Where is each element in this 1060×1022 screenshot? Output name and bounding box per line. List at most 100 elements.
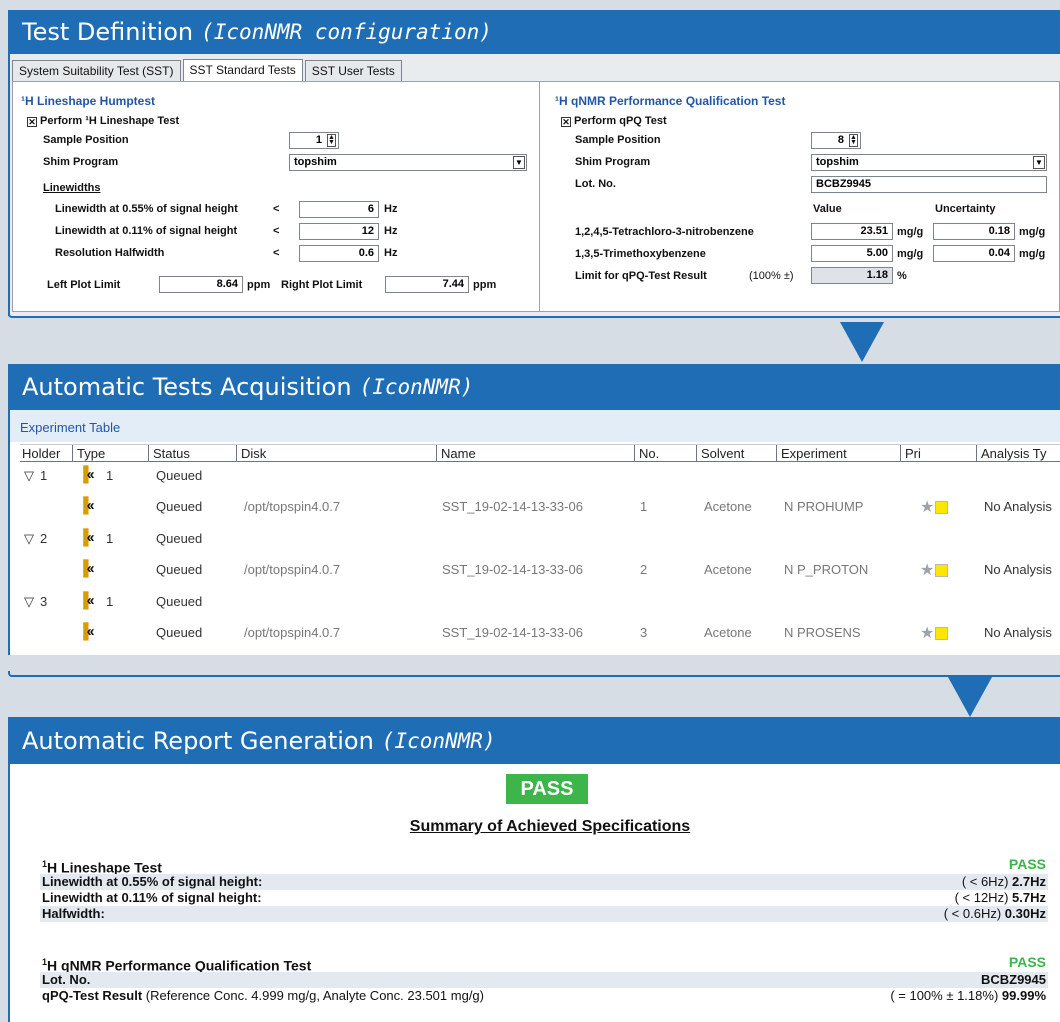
expand-triangle-icon[interactable]: ▽: [24, 594, 34, 610]
tab-page: ¹H Lineshape Humptest ✕ Perform ¹H Linesh…: [12, 81, 1060, 312]
panel1-frame: [8, 312, 1060, 318]
col-analysis[interactable]: Analysis Ty: [976, 445, 1047, 462]
compound2-uncertainty-unit: mg/g: [1019, 248, 1046, 260]
priority-color-icon: [935, 501, 949, 514]
row-label: qPQ-Test Result (Reference Conc. 4.999 m…: [42, 988, 484, 1004]
no: 1: [640, 499, 648, 514]
name: SST_19-02-14-13-33-06: [442, 499, 583, 514]
sample-position-spinner[interactable]: 1 ▲ ▼: [289, 132, 339, 149]
left-plot-input[interactable]: 8.64: [159, 276, 243, 293]
table-row[interactable]: ▽ 3 ▐‹‹ 1 Queued: [20, 587, 1060, 618]
compound2-uncertainty-input[interactable]: 0.04: [933, 245, 1015, 262]
perform-qpq-checkbox[interactable]: ✕ Perform qPQ Test: [561, 115, 667, 127]
qpq-shim-select[interactable]: topshim ▼: [811, 154, 1047, 171]
status: Queued: [156, 594, 203, 609]
shim-program-value: topshim: [294, 156, 337, 168]
right-plot-unit: ppm: [473, 279, 497, 291]
experiment-table-title: Experiment Table: [20, 420, 121, 435]
col-no[interactable]: No.: [634, 445, 659, 462]
status: Queued: [156, 499, 203, 514]
row-result: ( < 0.6Hz) 0.30Hz: [944, 906, 1046, 922]
priority-cell[interactable]: ★: [920, 623, 949, 643]
star-icon: ★: [920, 499, 935, 516]
col-pri[interactable]: Pri: [900, 445, 921, 462]
lineshape-heading-row: 1H Lineshape Test PASS: [40, 856, 1048, 876]
col-experiment[interactable]: Experiment: [776, 445, 847, 462]
col-holder[interactable]: Holder: [20, 445, 60, 462]
checkbox-label: Perform ¹H Lineshape Test: [40, 115, 180, 127]
spinner-arrows-icon[interactable]: ▲ ▼: [849, 134, 858, 147]
summary-title: Summary of Achieved Specifications: [409, 818, 691, 835]
table-row[interactable]: ▐‹‹ Queued /opt/topspin4.0.7 SST_19-02-1…: [20, 618, 1060, 649]
halfwidth-operator: <: [273, 247, 280, 259]
tab-sst-standard[interactable]: SST Standard Tests: [182, 59, 303, 82]
lw011-label: Linewidth at 0.11% of signal height: [55, 225, 238, 237]
table-row[interactable]: ▐‹‹ Queued /opt/topspin4.0.7 SST_19-02-1…: [20, 555, 1060, 586]
col-solvent[interactable]: Solvent: [696, 445, 744, 462]
qpq-title: ¹H qNMR Performance Qualification Test: [555, 94, 786, 108]
row-value: 0.30Hz: [1004, 906, 1046, 921]
compound1-value-input[interactable]: 23.51: [811, 223, 893, 240]
sample-type-icon: ▐‹‹: [78, 497, 95, 514]
shim-program-select[interactable]: topshim ▼: [289, 154, 527, 171]
qpq-sample-position-spinner[interactable]: 8 ▲ ▼: [811, 132, 861, 149]
col-disk[interactable]: Disk: [236, 445, 266, 462]
table-row[interactable]: ▽ 2 ▐‹‹ 1 Queued: [20, 524, 1060, 555]
lw011-unit: Hz: [384, 225, 398, 237]
dropdown-arrow-icon[interactable]: ▼: [513, 156, 525, 169]
left-plot-unit: ppm: [247, 279, 271, 291]
panel-title: Test Definition: [22, 18, 194, 46]
table-row[interactable]: ▽ 1 ▐‹‹ 1 Queued: [20, 461, 1060, 492]
status: Queued: [156, 625, 203, 640]
spinner-arrows-icon[interactable]: ▲ ▼: [327, 134, 336, 147]
acquisition-header: Automatic Tests Acquisition (IconNMR): [8, 364, 1060, 410]
holder-number: 1: [40, 468, 48, 483]
compound1-uncertainty-input[interactable]: 0.18: [933, 223, 1015, 240]
value-column-head: Value: [813, 203, 842, 215]
lw055-unit: Hz: [384, 203, 398, 215]
checkbox-checked-icon: ✕: [561, 117, 571, 127]
sample-position-label: Sample Position: [43, 134, 129, 146]
lw055-input[interactable]: 6: [299, 201, 379, 218]
expand-triangle-icon[interactable]: ▽: [24, 531, 34, 547]
checkbox-checked-icon: ✕: [27, 117, 37, 127]
right-plot-input[interactable]: 7.44: [385, 276, 469, 293]
uncertainty-column-head: Uncertainty: [935, 203, 996, 215]
panel-title: Automatic Report Generation: [22, 726, 374, 755]
table-row[interactable]: ▐‹‹ Queued /opt/topspin4.0.7 SST_19-02-1…: [20, 492, 1060, 523]
row-result: ( < 12Hz) 5.7Hz: [955, 890, 1046, 906]
lw011-input[interactable]: 12: [299, 223, 379, 240]
lot-input[interactable]: BCBZ9945: [811, 176, 1047, 193]
tab-sst-user[interactable]: SST User Tests: [304, 60, 402, 81]
qpq-label: qPQ-Test Result: [42, 988, 143, 1003]
name: SST_19-02-14-13-33-06: [442, 625, 583, 640]
halfwidth-label: Resolution Halfwidth: [55, 247, 165, 259]
col-status[interactable]: Status: [148, 445, 190, 462]
compound2-value-unit: mg/g: [897, 248, 924, 260]
col-type[interactable]: Type: [72, 445, 105, 462]
col-name[interactable]: Name: [436, 445, 476, 462]
status: Queued: [156, 531, 203, 546]
checkbox-label: Perform qPQ Test: [574, 115, 667, 127]
expand-triangle-icon[interactable]: ▽: [24, 468, 34, 484]
lw055-label: Linewidth at 0.55% of signal height: [55, 203, 238, 215]
perform-lineshape-checkbox[interactable]: ✕ Perform ¹H Lineshape Test: [27, 115, 179, 127]
test-definition-body: System Suitability Test (SST) SST Standa…: [8, 54, 1060, 316]
analysis: No Analysis: [984, 562, 1052, 577]
holder-number: 3: [40, 594, 48, 609]
row-label: Linewidth at 0.55% of signal height:: [42, 874, 263, 889]
compound1-value-unit: mg/g: [897, 226, 924, 238]
experiment: N P_PROTON: [784, 562, 869, 577]
lw055-operator: <: [273, 203, 280, 215]
priority-cell[interactable]: ★: [920, 497, 949, 517]
dropdown-arrow-icon[interactable]: ▼: [1033, 156, 1045, 169]
compound2-value-input[interactable]: 5.00: [811, 245, 893, 262]
report-row: Linewidth at 0.55% of signal height: ( <…: [40, 874, 1048, 890]
analysis: No Analysis: [984, 499, 1052, 514]
priority-cell[interactable]: ★: [920, 560, 949, 580]
row-label: Linewidth at 0.11% of signal height:: [42, 890, 262, 905]
halfwidth-input[interactable]: 0.6: [299, 245, 379, 262]
tab-sst[interactable]: System Suitability Test (SST): [12, 60, 181, 81]
experiment-table-panel: Experiment Table Holder Type Status Disk…: [8, 410, 1060, 655]
row-value: 2.7Hz: [1012, 874, 1046, 889]
